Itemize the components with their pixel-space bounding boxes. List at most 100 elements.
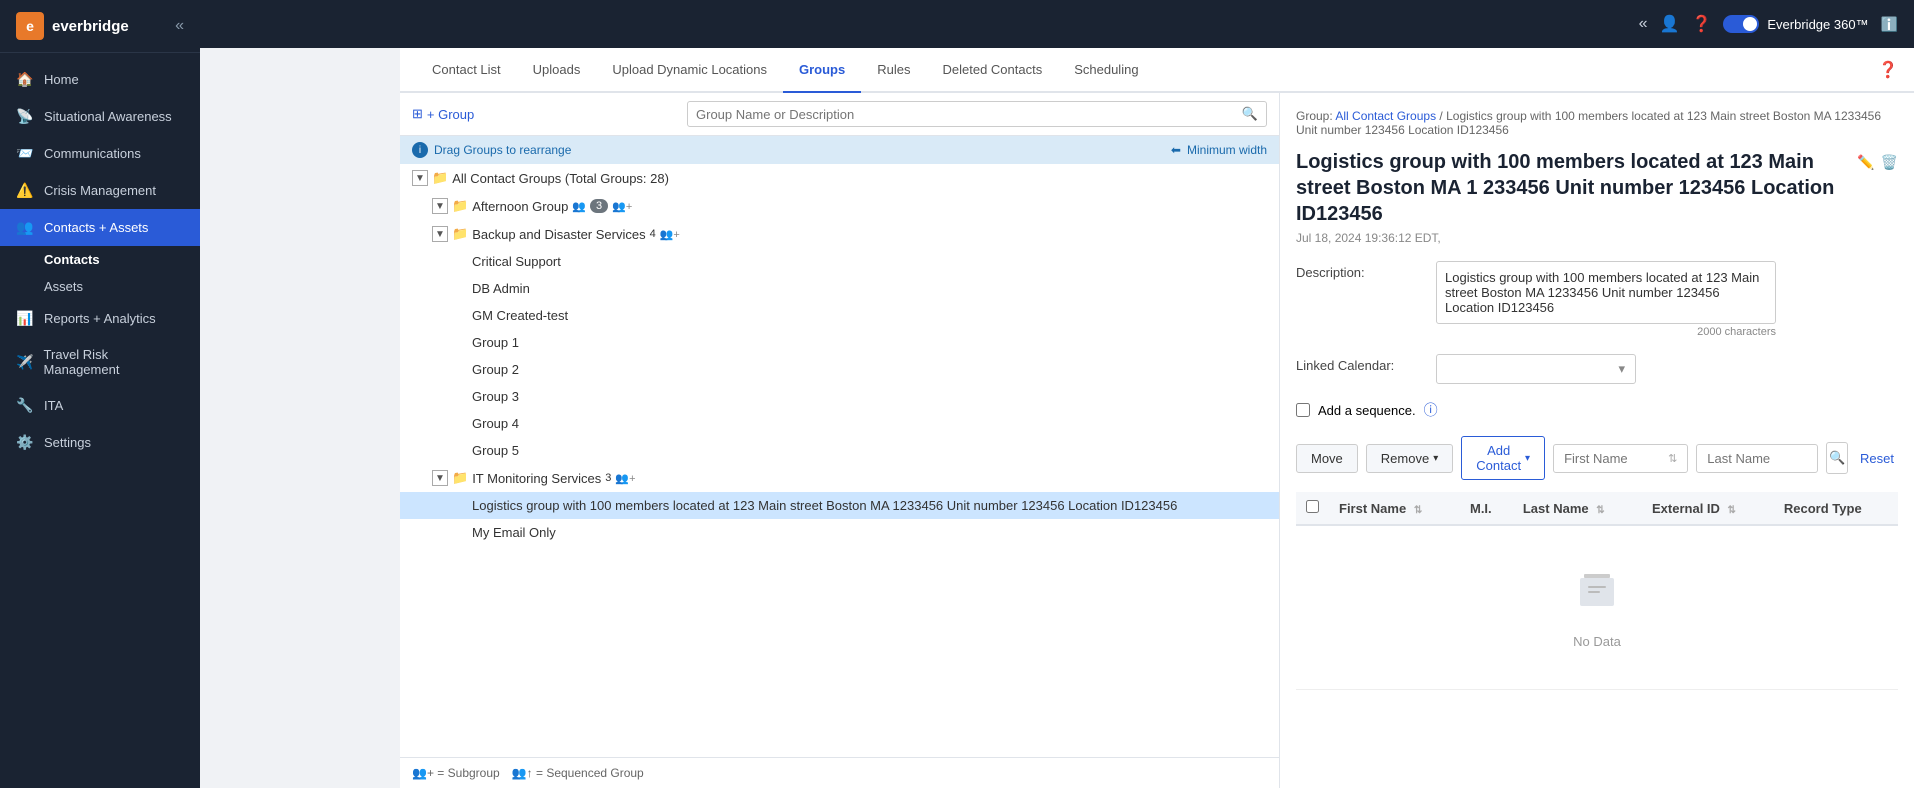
sidebar-item-label: Home xyxy=(44,72,79,87)
list-item[interactable]: ▼ 📁 Afternoon Group 👥 3 👥+ xyxy=(400,192,1279,220)
settings-icon: ⚙️ xyxy=(16,434,34,451)
min-width-label: Minimum width xyxy=(1187,143,1267,157)
sidebar-item-label: Communications xyxy=(44,146,141,161)
logo-text: everbridge xyxy=(52,18,129,35)
sidebar-item-label: Settings xyxy=(44,435,91,450)
list-item[interactable]: GM Created-test xyxy=(400,302,1279,329)
tab-uploads[interactable]: Uploads xyxy=(517,48,597,93)
all-contact-groups-item[interactable]: ▼ 📁 All Contact Groups (Total Groups: 28… xyxy=(400,164,1279,192)
table-header-external-id[interactable]: External ID ⇅ xyxy=(1642,492,1774,525)
everbridge-toggle[interactable]: Everbridge 360™ xyxy=(1723,15,1868,33)
list-item[interactable]: Logistics group with 100 members located… xyxy=(400,492,1279,519)
first-name-field[interactable]: ⇅ xyxy=(1553,444,1688,473)
list-item[interactable]: ▼ 📁 Backup and Disaster Services 4 👥+ xyxy=(400,220,1279,248)
list-item[interactable]: Group 2 xyxy=(400,356,1279,383)
logo-icon: e xyxy=(16,12,44,40)
table-header-last-name[interactable]: Last Name ⇅ xyxy=(1513,492,1642,525)
first-name-input[interactable] xyxy=(1564,451,1664,466)
list-item[interactable]: Group 5 xyxy=(400,437,1279,464)
move-button[interactable]: Move xyxy=(1296,444,1358,473)
group-title-text: Logistics group with 100 members located… xyxy=(1296,149,1849,227)
tab-contact-list[interactable]: Contact List xyxy=(416,48,517,93)
sidebar-item-travel-risk[interactable]: ✈️ Travel Risk Management xyxy=(0,337,200,387)
add-contact-button[interactable]: Add Contact ▾ xyxy=(1461,436,1545,480)
tab-rules[interactable]: Rules xyxy=(861,48,926,93)
contacts-table: First Name ⇅ M.I. Last Name ⇅ External I… xyxy=(1296,492,1898,690)
subgroup-label: = Subgroup xyxy=(437,766,499,780)
edit-group-button[interactable]: ✏️ xyxy=(1857,153,1874,171)
breadcrumb-prefix: Group: xyxy=(1296,109,1333,123)
help-icon[interactable]: ❓ xyxy=(1691,14,1711,34)
expand-icon[interactable]: ▼ xyxy=(412,170,428,186)
add-contact-chevron-icon: ▾ xyxy=(1525,453,1530,464)
groups-footer: 👥+ = Subgroup 👥↑ = Sequenced Group xyxy=(400,757,1279,788)
sidebar-item-settings[interactable]: ⚙️ Settings xyxy=(0,424,200,461)
sidebar-item-communications[interactable]: 📨 Communications xyxy=(0,135,200,172)
sidebar-item-home[interactable]: 🏠 Home xyxy=(0,61,200,98)
header-info-icon[interactable]: ℹ️ xyxy=(1881,16,1898,33)
delete-group-button[interactable]: 🗑️ xyxy=(1881,153,1898,171)
first-name-header-label: First Name xyxy=(1339,501,1406,516)
sidebar-item-contacts-assets[interactable]: 👥 Contacts + Assets xyxy=(0,209,200,246)
sidebar-collapse-button[interactable]: « xyxy=(175,17,184,35)
table-header-first-name[interactable]: First Name ⇅ xyxy=(1329,492,1460,525)
list-item[interactable]: Critical Support xyxy=(400,248,1279,275)
collapse-icon[interactable]: « xyxy=(1639,15,1648,33)
sidebar-item-contacts[interactable]: Contacts xyxy=(0,246,200,273)
group-search-icon[interactable]: 🔍 xyxy=(1242,106,1258,122)
list-item[interactable]: ▼ 📁 IT Monitoring Services 3 👥+ xyxy=(400,464,1279,492)
select-all-checkbox[interactable] xyxy=(1306,500,1319,513)
list-item[interactable]: Group 3 xyxy=(400,383,1279,410)
tabs-help-icon[interactable]: ❓ xyxy=(1878,60,1898,80)
folder-icon: 📁 xyxy=(432,170,448,186)
toggle-switch[interactable] xyxy=(1723,15,1759,33)
linked-calendar-value: ▾ xyxy=(1436,354,1898,384)
home-icon: 🏠 xyxy=(16,71,34,88)
table-header-checkbox xyxy=(1296,492,1329,525)
people-icon: 4 xyxy=(650,228,656,240)
group-search-input[interactable] xyxy=(696,107,1242,122)
sidebar-sub-label: Contacts xyxy=(44,252,100,267)
external-id-header-label: External ID xyxy=(1652,501,1720,516)
tab-groups[interactable]: Groups xyxy=(783,48,861,93)
tab-scheduling[interactable]: Scheduling xyxy=(1058,48,1154,93)
last-name-input[interactable] xyxy=(1707,451,1807,466)
sequence-info-icon[interactable]: ⓘ xyxy=(1424,400,1438,420)
remove-button[interactable]: Remove ▾ xyxy=(1366,444,1453,473)
sidebar-item-crisis-management[interactable]: ⚠️ Crisis Management xyxy=(0,172,200,209)
sidebar-item-reports-analytics[interactable]: 📊 Reports + Analytics xyxy=(0,300,200,337)
remove-label: Remove xyxy=(1381,451,1429,466)
list-item[interactable]: Group 4 xyxy=(400,410,1279,437)
search-contacts-button[interactable]: 🔍 xyxy=(1826,442,1848,474)
contacts-table-body: No Data xyxy=(1296,525,1898,690)
sidebar-item-situational-awareness[interactable]: 📡 Situational Awareness xyxy=(0,98,200,135)
folder-icon: 📁 xyxy=(452,470,468,486)
list-item[interactable]: My Email Only xyxy=(400,519,1279,546)
list-item[interactable]: Group 1 xyxy=(400,329,1279,356)
tab-deleted-contacts[interactable]: Deleted Contacts xyxy=(926,48,1058,93)
expand-icon[interactable]: ▼ xyxy=(432,470,448,486)
add-group-label: + Group xyxy=(427,107,474,122)
expand-icon[interactable]: ▼ xyxy=(432,198,448,214)
last-name-field[interactable] xyxy=(1696,444,1818,473)
add-group-button[interactable]: ⊞ + Group xyxy=(412,106,474,122)
breadcrumb-all-groups-link[interactable]: All Contact Groups xyxy=(1335,109,1436,123)
description-value: Logistics group with 100 members located… xyxy=(1436,261,1898,338)
sequenced-icon: 👥+ xyxy=(612,200,632,213)
sidebar-item-ita[interactable]: 🔧 ITA xyxy=(0,387,200,424)
tab-upload-dynamic-locations[interactable]: Upload Dynamic Locations xyxy=(596,48,783,93)
list-item[interactable]: DB Admin xyxy=(400,275,1279,302)
first-name-sort-icon: ⇅ xyxy=(1668,452,1677,465)
move-label: Move xyxy=(1311,451,1343,466)
top-header: « 👤 ❓ Everbridge 360™ ℹ️ xyxy=(200,0,1914,48)
drag-hint-text: Drag Groups to rearrange xyxy=(434,143,571,157)
expand-icon[interactable]: ▼ xyxy=(432,226,448,242)
subgroup-legend: 👥+ = Subgroup xyxy=(412,766,500,780)
sequence-checkbox[interactable] xyxy=(1296,403,1310,417)
reset-button[interactable]: Reset xyxy=(1856,445,1898,472)
crisis-icon: ⚠️ xyxy=(16,182,34,199)
mi-header-label: M.I. xyxy=(1470,501,1492,516)
user-icon[interactable]: 👤 xyxy=(1660,14,1680,34)
linked-calendar-select[interactable]: ▾ xyxy=(1436,354,1636,384)
sidebar-item-assets[interactable]: Assets xyxy=(0,273,200,300)
